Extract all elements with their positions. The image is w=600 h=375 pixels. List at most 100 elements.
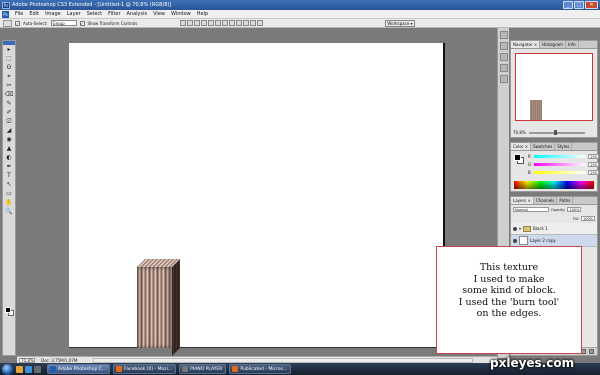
blur-tool-icon[interactable]: ▲ [4, 145, 14, 153]
tool-preset-picker[interactable] [3, 19, 12, 27]
tab-layers[interactable]: Layers × [511, 197, 534, 204]
path-selection-tool-icon[interactable]: ↖ [4, 181, 14, 189]
navigator-zoom-slider[interactable] [528, 129, 585, 135]
minimize-button[interactable]: _ [563, 1, 573, 9]
menu-filter[interactable]: Filter [105, 11, 123, 17]
zoom-field[interactable]: 70,8% [19, 357, 35, 363]
marquee-tool-icon[interactable]: ⬚ [4, 55, 14, 63]
document-canvas[interactable] [69, 43, 445, 356]
lasso-tool-icon[interactable]: ʘ [4, 64, 14, 72]
brushes-icon[interactable] [499, 53, 508, 61]
healing-brush-tool-icon[interactable]: ✎ [4, 100, 14, 108]
taskbar-item-piano-player[interactable]: PIANO PLAYER [179, 364, 227, 374]
magic-wand-tool-icon[interactable]: ⌖ [4, 73, 14, 81]
blue-slider[interactable] [534, 171, 586, 174]
blue-value[interactable]: 255 [588, 170, 599, 175]
ps-menu-icon[interactable]: Ps [2, 10, 9, 18]
distribute-left-icon[interactable] [243, 20, 250, 26]
menu-image[interactable]: Image [42, 11, 64, 17]
tab-color[interactable]: Color × [511, 143, 532, 150]
align-left-icon[interactable] [201, 20, 208, 26]
transform-controls-checkbox[interactable]: ✓ [79, 20, 85, 26]
navigator-zoom[interactable]: 70,8% [513, 130, 526, 135]
close-button[interactable]: ✕ [585, 1, 598, 9]
align-right-icon[interactable] [215, 20, 222, 26]
expand-triangle-icon[interactable]: ▾ [519, 226, 521, 231]
tab-swatches[interactable]: Swatches [531, 143, 556, 150]
history-icon[interactable] [499, 31, 508, 39]
color-spectrum-ramp[interactable] [514, 181, 594, 189]
brush-tool-icon[interactable]: ✐ [4, 109, 14, 117]
align-bottom-icon[interactable] [194, 20, 201, 26]
align-middle-icon[interactable] [187, 20, 194, 26]
tools-grip[interactable] [3, 41, 15, 45]
shape-tool-icon[interactable]: ▭ [4, 190, 14, 198]
menu-layer[interactable]: Layer [64, 11, 84, 17]
menu-window[interactable]: Window [168, 11, 194, 17]
menu-help[interactable]: Help [194, 11, 211, 17]
distribute-right-icon[interactable] [257, 20, 264, 26]
menu-view[interactable]: View [150, 11, 168, 17]
pen-tool-icon[interactable]: ✒ [4, 163, 14, 171]
taskbar-item-publicated[interactable]: Publicated - Micros... [229, 364, 292, 374]
distribute-top-icon[interactable] [222, 20, 229, 26]
horizontal-scrollbar[interactable] [93, 357, 474, 363]
distribute-middle-icon[interactable] [229, 20, 236, 26]
tab-paths[interactable]: Paths [557, 197, 574, 204]
quick-launch-icon[interactable] [25, 365, 32, 373]
document-info[interactable]: Doc: 3,75M/1,07M [41, 358, 77, 363]
trash-icon[interactable] [589, 349, 594, 354]
tab-channels[interactable]: Channels [534, 197, 558, 204]
navigator-preview[interactable] [515, 53, 593, 121]
type-tool-icon[interactable]: T [4, 172, 14, 180]
align-buttons [180, 20, 264, 26]
crop-tool-icon[interactable]: ✂ [4, 82, 14, 90]
burn-tool-icon[interactable]: ◐ [4, 154, 14, 162]
red-value[interactable]: 255 [588, 154, 599, 159]
tab-histogram[interactable]: Histogram [540, 41, 566, 48]
zoom-tool-icon[interactable]: 🔍 [4, 208, 14, 216]
layer-row-group[interactable]: ▾ Block 1 [511, 223, 597, 235]
workspace-button[interactable]: Workspace ▾ [385, 20, 415, 27]
tab-navigator[interactable]: Navigator × [511, 41, 541, 48]
hand-tool-icon[interactable]: ✋ [4, 199, 14, 207]
clone-stamp-tool-icon[interactable]: ⎚ [4, 118, 14, 126]
tab-styles[interactable]: Styles [555, 143, 573, 150]
maximize-button[interactable]: □ [574, 1, 584, 9]
menu-select[interactable]: Select [84, 11, 105, 17]
visibility-eye-icon[interactable] [513, 238, 517, 243]
auto-select-checkbox[interactable]: ✓ [15, 20, 20, 26]
quick-launch-icon[interactable] [16, 365, 23, 373]
menu-analysis[interactable]: Analysis [124, 11, 151, 17]
green-value[interactable]: 255 [588, 162, 599, 167]
move-tool-icon[interactable]: ▸ [4, 46, 14, 54]
clone-source-icon[interactable] [499, 75, 508, 83]
quick-launch-icon[interactable] [34, 365, 41, 373]
eraser-tool-icon[interactable]: ◢ [4, 127, 14, 135]
menu-edit[interactable]: Edit [26, 11, 42, 17]
eyedropper-tool-icon[interactable]: ⌫ [4, 91, 14, 99]
taskbar-item-photoshop[interactable]: Adobe Photoshop C... [47, 364, 111, 374]
photoshop-app-icon: Ps [2, 1, 10, 9]
blend-mode-dropdown[interactable]: Normal [513, 207, 549, 212]
green-slider[interactable] [534, 163, 586, 166]
visibility-eye-icon[interactable] [513, 226, 517, 231]
distribute-bottom-icon[interactable] [236, 20, 243, 26]
opacity-field[interactable]: 100% [567, 207, 582, 212]
tool-presets-icon[interactable] [499, 64, 508, 72]
color-foreground-swatch[interactable] [514, 154, 521, 161]
auto-select-dropdown[interactable]: Group [50, 20, 77, 26]
start-button[interactable] [2, 363, 13, 375]
red-slider[interactable] [534, 155, 586, 158]
gradient-tool-icon[interactable]: ◉ [4, 136, 14, 144]
align-center-icon[interactable] [208, 20, 215, 26]
tab-info[interactable]: Info [566, 41, 579, 48]
zoom-slider-knob[interactable] [553, 129, 557, 135]
actions-icon[interactable] [499, 42, 508, 50]
foreground-color-swatch[interactable] [5, 307, 11, 313]
fill-field[interactable]: 100% [581, 216, 595, 221]
distribute-center-icon[interactable] [250, 20, 257, 26]
align-top-icon[interactable] [180, 20, 187, 26]
menu-file[interactable]: File [12, 11, 26, 17]
taskbar-item-firefox[interactable]: Facebook (0) - Mozi... [113, 364, 177, 374]
